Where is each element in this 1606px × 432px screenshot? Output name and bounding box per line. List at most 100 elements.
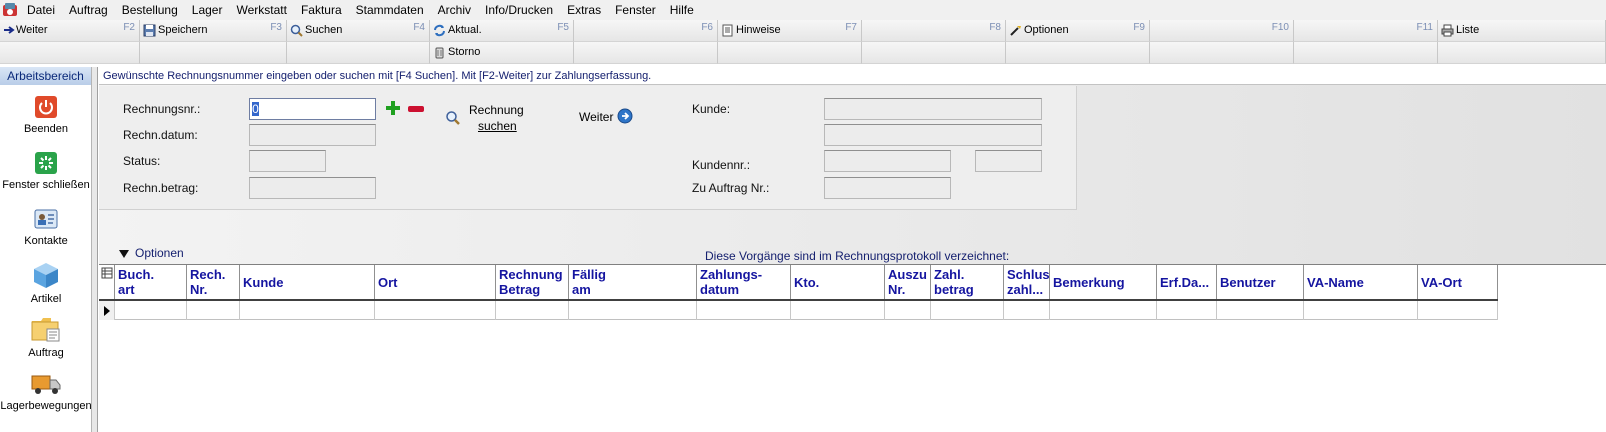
fkey-row2-slot[interactable] [0,42,140,64]
col-header-zahl-betrag[interactable]: Zahl. betrag [931,265,1004,299]
sidebar-item-label: Beenden [23,123,69,135]
fkey-optionen-button[interactable]: Optionen F9 [1006,20,1150,42]
menu-hilfe[interactable]: Hilfe [663,0,701,20]
menu-stammdaten[interactable]: Stammdaten [349,0,431,20]
table-cell[interactable] [496,301,569,320]
menu-auftrag[interactable]: Auftrag [62,0,115,20]
menu-info-drucken[interactable]: Info/Drucken [478,0,560,20]
kunde-field-2[interactable] [824,124,1042,146]
sidebar-scrollbar[interactable] [92,67,98,432]
fkey-suchen-button[interactable]: Suchen F4 [287,20,430,42]
col-header-bemerkung[interactable]: Bemerkung [1050,265,1157,299]
fkey-f10-button[interactable]: F10 [1150,20,1294,42]
rechn-betrag-field[interactable] [249,177,376,199]
menu-fenster[interactable]: Fenster [608,0,663,20]
sidebar-item-kontakte[interactable]: Kontakte [0,207,92,247]
fkey-storno-button[interactable]: Storno [430,42,574,64]
table-icon [101,267,112,279]
table-cell[interactable] [1157,301,1217,320]
fkey-f6-button[interactable]: F6 [574,20,718,42]
col-header-rech-nr[interactable]: Rech. Nr. [187,265,240,299]
optionen-toggle[interactable]: Optionen [119,246,184,260]
zu-auftrag-field[interactable] [824,177,951,199]
table-cell[interactable] [1050,301,1157,320]
fkey-row2-slot[interactable] [287,42,430,64]
kundennr-extra-field[interactable] [975,150,1042,172]
table-cell[interactable] [1304,301,1418,320]
table-cell[interactable] [791,301,885,320]
fkey-row2-slot[interactable] [1438,42,1606,64]
fkey-weiter-button[interactable]: Weiter F2 [0,20,140,42]
col-header-va-ort[interactable]: VA-Ort [1418,265,1498,299]
sidebar-item-artikel[interactable]: Artikel [0,261,92,305]
table-cell[interactable] [375,301,496,320]
fkey-row2-slot[interactable] [1294,42,1438,64]
menu-faktura[interactable]: Faktura [294,0,349,20]
menu-datei[interactable]: Datei [20,0,62,20]
remove-minus-icon[interactable] [408,106,424,112]
table-cell[interactable] [569,301,697,320]
table-cell[interactable] [697,301,791,320]
fkey-hinweise-button[interactable]: Hinweise F7 [718,20,862,42]
menu-bestellung[interactable]: Bestellung [115,0,185,20]
col-header-rechnung-betrag[interactable]: Rechnung Betrag [496,265,569,299]
kunde-field[interactable] [824,98,1042,120]
fkey-aktualisieren-button[interactable]: Aktual. F5 [430,20,574,42]
col-header-schlusszahlung[interactable]: Schlus zahl... [1004,265,1050,299]
col-header-benutzer[interactable]: Benutzer [1217,265,1304,299]
sidebar-item-fenster-schliessen[interactable]: Fenster schließen [0,151,92,191]
fkey-liste-button[interactable]: Liste [1438,20,1606,42]
col-header-va-name[interactable]: VA-Name [1304,265,1418,299]
status-field[interactable] [249,150,326,172]
weiter-button[interactable]: Weiter [579,108,639,126]
col-header-faellig-am[interactable]: Fällig am [569,265,697,299]
fkey-label: Storno [448,46,481,58]
fkey-f8-button[interactable]: F8 [862,20,1006,42]
table-cell[interactable] [187,301,240,320]
search-invoice-button[interactable]: Rechnung suchen [445,103,545,135]
table-cell[interactable] [885,301,931,320]
add-plus-icon[interactable] [385,100,401,116]
fkey-f11-button[interactable]: F11 [1294,20,1438,42]
invoice-form-panel: Rechnungsnr.: 0 Rechnung suchen Weiter R… [99,86,1077,210]
menu-archiv[interactable]: Archiv [431,0,478,20]
col-header-kunde[interactable]: Kunde [240,265,375,299]
col-header-zahlungsdatum[interactable]: Zahlungs- datum [697,265,791,299]
fkey-speichern-button[interactable]: Speichern F3 [140,20,287,42]
fkey-row2-slot[interactable] [1006,42,1150,64]
col-header-erf-datum[interactable]: Erf.Da... [1157,265,1217,299]
col-header-buch-art[interactable]: Buch. art [115,265,187,299]
table-cell[interactable] [1004,301,1050,320]
sidebar-item-beenden[interactable]: Beenden [0,95,92,135]
col-header-ort[interactable]: Ort [375,265,496,299]
table-cell[interactable] [1418,301,1498,320]
table-cell[interactable] [115,301,187,320]
fkey-row2-slot[interactable] [140,42,287,64]
fkey-row2-slot[interactable] [574,42,718,64]
options-icon [1010,26,1021,36]
col-header-kto[interactable]: Kto. [791,265,885,299]
rechnungsnr-field[interactable]: 0 [249,98,376,120]
sidebar-title: Arbeitsbereich [0,67,91,85]
row-selector[interactable] [99,301,115,320]
fkey-number: F11 [1416,22,1434,33]
sidebar-item-lagerbewegungen[interactable]: Lagerbewegungen [0,372,92,412]
rechn-datum-field[interactable] [249,124,376,146]
table-cell[interactable] [240,301,375,320]
menu-lager[interactable]: Lager [185,0,230,20]
fkey-row2-slot[interactable] [718,42,862,64]
fkey-row2-slot[interactable] [862,42,1006,64]
menu-werkstatt[interactable]: Werkstatt [229,0,293,20]
grid-corner-selector[interactable] [99,265,115,299]
fkey-row2-slot[interactable] [1150,42,1294,64]
app-icon[interactable] [0,0,20,20]
table-cell[interactable] [931,301,1004,320]
menu-extras[interactable]: Extras [560,0,608,20]
sidebar-item-auftrag[interactable]: Auftrag [0,315,92,359]
col-header-auszug-nr[interactable]: Auszu Nr. [885,265,931,299]
sidebar-item-label: Lagerbewegungen [0,400,92,412]
table-row[interactable] [99,301,1498,320]
table-cell[interactable] [1217,301,1304,320]
kundennr-field[interactable] [824,150,951,172]
magnifier-icon [446,111,460,125]
